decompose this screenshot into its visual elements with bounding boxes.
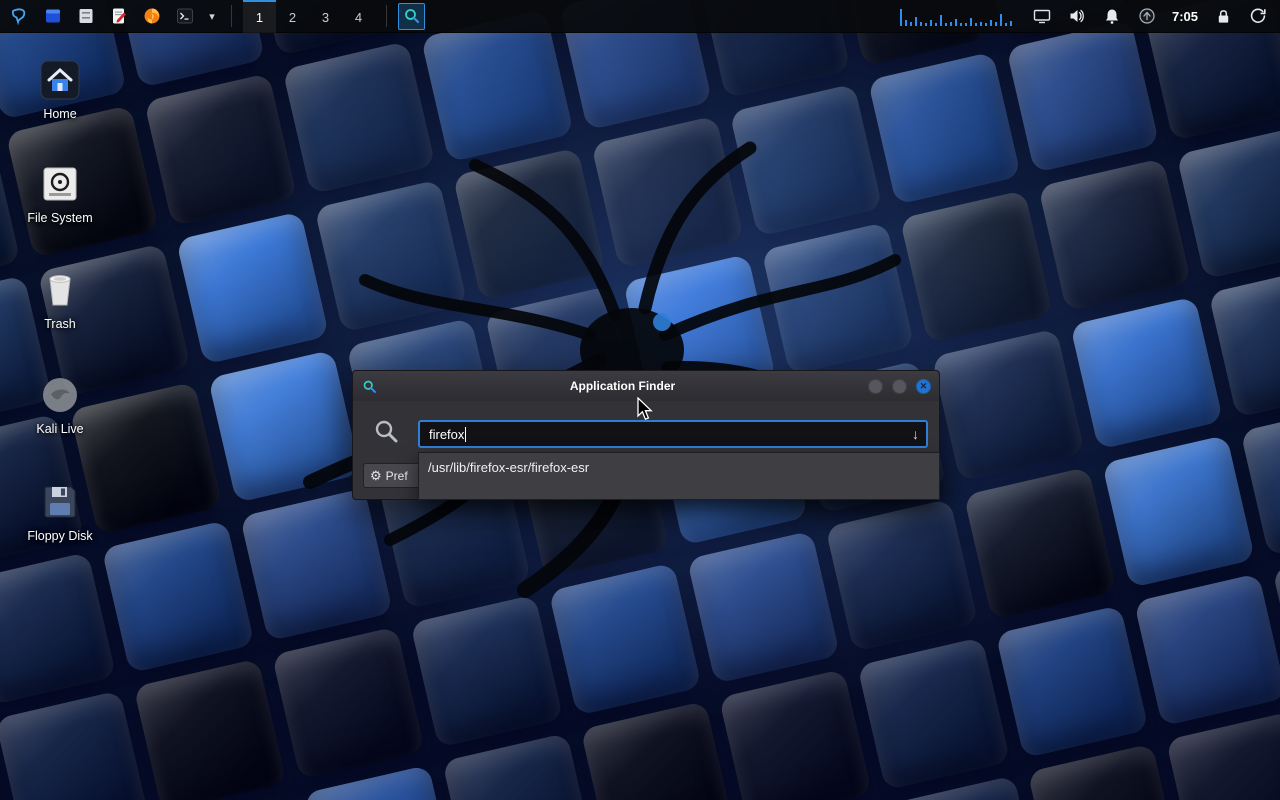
workspace-3[interactable]: 3: [309, 0, 342, 33]
window-body: firefox ↓ ⚙ Pref /usr/lib/firefox-esr/fi…: [353, 401, 939, 499]
wallpaper-cube: [272, 626, 426, 780]
window-title: Application Finder: [383, 379, 862, 393]
text-caret: [465, 427, 466, 442]
workspace-4[interactable]: 4: [342, 0, 375, 33]
panel-separator: [386, 5, 387, 27]
dropdown-arrow-icon[interactable]: ↓: [912, 426, 919, 442]
application-finder-window-icon: [361, 378, 377, 394]
maximize-button[interactable]: [892, 379, 907, 394]
wallpaper-cube: [1166, 711, 1280, 800]
desktop-icon-label: Kali Live: [18, 422, 102, 436]
panel-tray: 7:05: [899, 4, 1274, 28]
wallpaper-cube: [857, 637, 1011, 791]
wallpaper-cube: [900, 190, 1054, 344]
launcher-firefox-icon[interactable]: [138, 3, 165, 30]
launcher-window-icon[interactable]: [39, 3, 66, 30]
search-input[interactable]: firefox ↓: [418, 420, 928, 448]
window-controls: ✕: [868, 379, 931, 394]
kali-menu-button[interactable]: [6, 3, 33, 30]
completion-popup: /usr/lib/firefox-esr/firefox-esr: [418, 452, 940, 500]
wallpaper-cube: [995, 605, 1149, 759]
launcher-file-manager-icon[interactable]: [72, 3, 99, 30]
app-finder-launcher[interactable]: [398, 3, 425, 30]
wallpaper-cube: [1070, 296, 1224, 450]
kali-logo-icon: [10, 6, 30, 26]
wallpaper-cube: [0, 690, 148, 800]
desktop-icon-label: File System: [18, 211, 102, 225]
wallpaper-cube: [1208, 264, 1280, 418]
desktop-icon-kali-live[interactable]: Kali Live: [18, 373, 102, 436]
wallpaper-cube: [580, 701, 734, 800]
wallpaper-cube: [1176, 126, 1280, 280]
wallpaper-cube: [0, 552, 116, 706]
home-icon: [38, 58, 82, 102]
workspace-2[interactable]: 2: [276, 0, 309, 33]
wallpaper-cube: [719, 669, 873, 800]
wallpaper-cube: [963, 467, 1117, 621]
wallpaper-cube: [442, 733, 596, 800]
workspace-1[interactable]: 1: [243, 0, 276, 33]
cpu-graph[interactable]: [899, 4, 1017, 28]
wallpaper-cube: [1134, 573, 1280, 727]
desktop-icon-home[interactable]: Home: [18, 58, 102, 121]
close-icon: ✕: [920, 382, 928, 391]
search-icon: [373, 418, 399, 449]
desktop-icon-label: Home: [18, 107, 102, 121]
desktop-icon-floppy-disk[interactable]: Floppy Disk: [18, 480, 102, 543]
launcher-text-editor-icon[interactable]: [105, 3, 132, 30]
desktop-icon-label: Trash: [18, 317, 102, 331]
floppy-disk-icon: [38, 480, 82, 524]
kali-live-icon: [38, 373, 82, 417]
wallpaper-cube: [1038, 158, 1192, 312]
panel-separator: [231, 5, 232, 27]
wallpaper-cube: [133, 658, 287, 800]
desktop-icon-trash[interactable]: Trash: [18, 268, 102, 331]
application-finder-window: Application Finder ✕ firefox ↓ ⚙ Pref /u…: [352, 370, 940, 500]
workspace-switcher: 1 2 3 4: [243, 0, 375, 33]
session-logout-icon[interactable]: [1248, 6, 1268, 26]
text-editor-icon: [109, 6, 129, 26]
clock[interactable]: 7:05: [1172, 9, 1198, 24]
terminal-icon: [175, 6, 195, 26]
firefox-icon: [142, 6, 162, 26]
desktop-icon-label: Floppy Disk: [18, 529, 102, 543]
notifications-icon[interactable]: [1102, 6, 1122, 26]
top-panel: ▾ 1 2 3 4: [0, 0, 1280, 33]
trash-icon: [38, 268, 82, 312]
volume-icon[interactable]: [1067, 6, 1087, 26]
application-finder-icon: [403, 7, 421, 25]
wallpaper-cube: [101, 520, 255, 674]
file-system-icon: [38, 162, 82, 206]
chevron-down-icon[interactable]: ▾: [204, 3, 220, 30]
desktop-icon-file-system[interactable]: File System: [18, 162, 102, 225]
completion-item[interactable]: /usr/lib/firefox-esr/firefox-esr: [419, 453, 939, 482]
minimize-button[interactable]: [868, 379, 883, 394]
display-icon[interactable]: [1032, 6, 1052, 26]
updates-icon[interactable]: [1137, 6, 1157, 26]
preferences-button[interactable]: ⚙ Pref: [363, 463, 421, 488]
gear-icon: ⚙: [370, 469, 382, 482]
wallpaper-cube: [932, 328, 1086, 482]
lock-icon[interactable]: [1213, 6, 1233, 26]
wallpaper-cube: [1006, 20, 1160, 174]
search-input-value: firefox: [429, 427, 464, 442]
preferences-label: Pref: [386, 469, 408, 483]
titlebar[interactable]: Application Finder ✕: [353, 371, 939, 401]
cpu-graph-icon: [899, 4, 1017, 28]
file-cabinet-icon: [76, 6, 96, 26]
close-button[interactable]: ✕: [916, 379, 931, 394]
wallpaper-cube: [1102, 435, 1256, 589]
window-icon: [43, 6, 63, 26]
launcher-terminal-icon[interactable]: [171, 3, 198, 30]
